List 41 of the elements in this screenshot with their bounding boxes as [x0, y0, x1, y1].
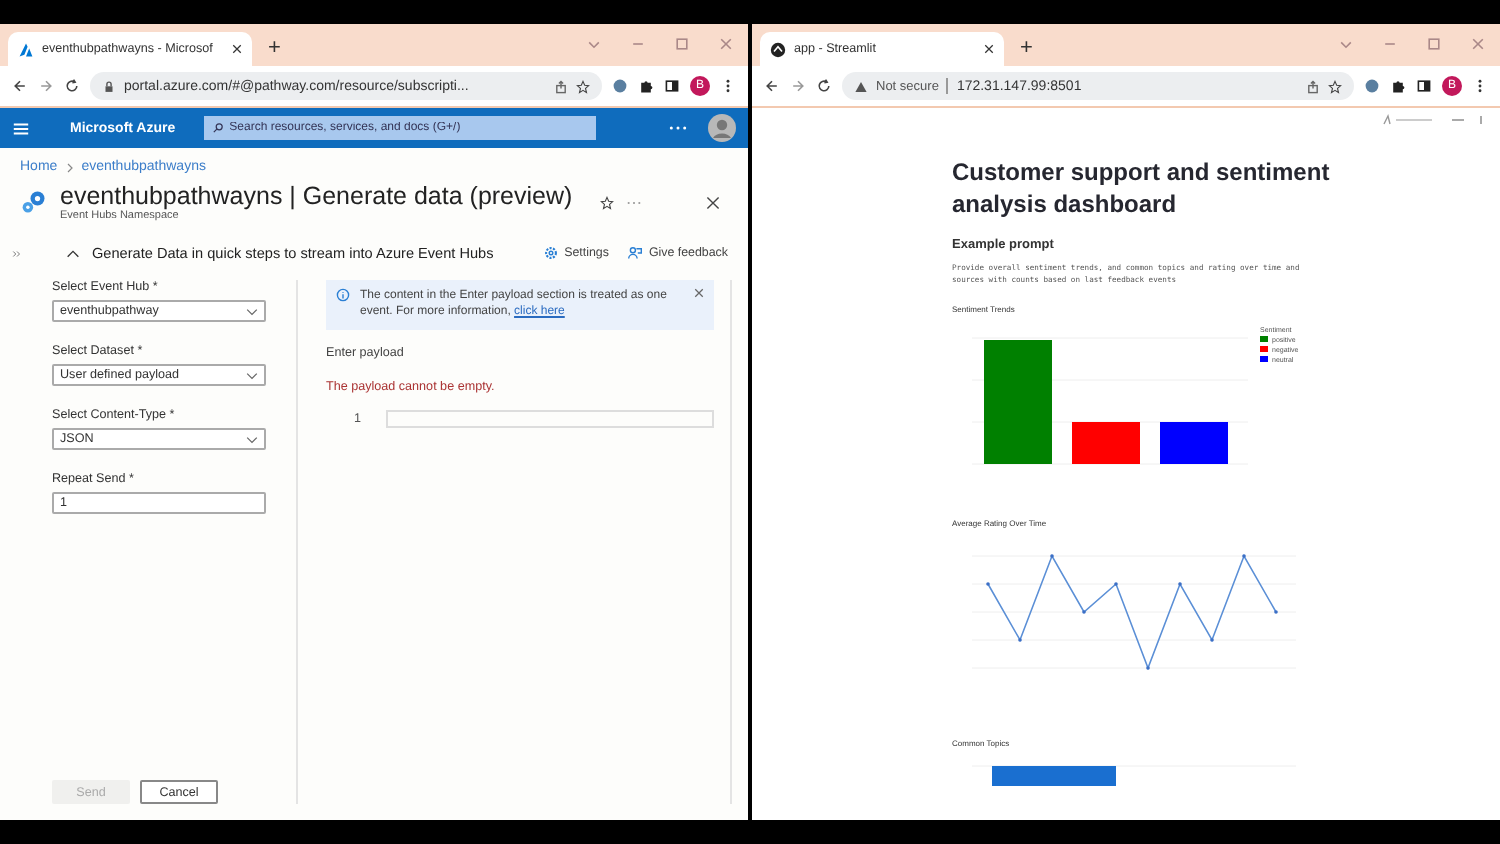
chevron-down-icon [246, 435, 258, 443]
star-icon[interactable] [600, 195, 615, 209]
search-icon [211, 122, 224, 134]
extension-icon[interactable] [1364, 78, 1380, 94]
new-tab-button[interactable]: + [1020, 36, 1033, 60]
close-icon[interactable] [984, 44, 994, 54]
sidebar-icon[interactable] [1416, 78, 1432, 94]
gears-icon [20, 188, 48, 216]
chevron-icon [65, 161, 74, 173]
info-icon [336, 288, 350, 302]
new-tab-button[interactable]: + [268, 36, 281, 60]
puzzle-icon[interactable] [638, 78, 654, 94]
chevron-down-icon [246, 371, 258, 379]
app-icon [770, 41, 786, 57]
back-icon[interactable] [12, 78, 28, 94]
more-icon[interactable] [668, 124, 688, 132]
puzzle-icon[interactable] [1390, 78, 1406, 94]
share-icon[interactable] [1306, 79, 1320, 93]
extension-icon[interactable] [612, 78, 628, 94]
close-icon[interactable] [232, 44, 242, 54]
forward-icon[interactable] [38, 78, 54, 94]
settings-icon [544, 246, 559, 260]
share-icon[interactable] [554, 79, 568, 93]
collapse-icon[interactable] [66, 249, 80, 257]
azure-icon [18, 41, 34, 57]
lock-icon [102, 79, 116, 93]
reload-icon[interactable] [816, 78, 832, 94]
chevron-down-icon [246, 307, 258, 315]
star-icon[interactable] [576, 79, 590, 93]
forward-icon[interactable] [790, 78, 806, 94]
feedback-icon [628, 246, 643, 260]
expand-icon[interactable] [12, 249, 22, 257]
close-icon[interactable] [706, 195, 720, 209]
sidebar-icon[interactable] [664, 78, 680, 94]
user-avatar-icon[interactable] [708, 114, 736, 142]
warning-icon [854, 79, 868, 93]
star-icon[interactable] [1328, 79, 1342, 93]
dashboard-title: Customer support and sentiment analysis dashboard [952, 158, 1332, 221]
reload-icon[interactable] [64, 78, 80, 94]
page-title: eventhubpathwayns | Generate data (preview) [60, 182, 573, 210]
back-icon[interactable] [764, 78, 780, 94]
